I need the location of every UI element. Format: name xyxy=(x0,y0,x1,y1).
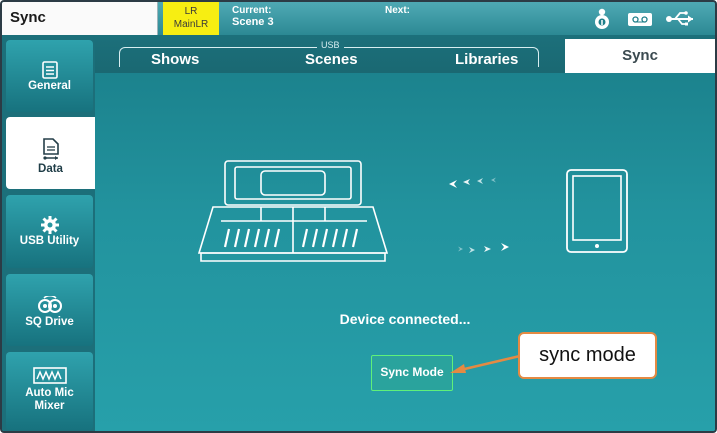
sync-arrows-left-icon xyxy=(449,177,496,188)
tab-scenes[interactable]: Scenes xyxy=(305,51,358,68)
mixer-console-illustration xyxy=(197,160,389,262)
sidebar-item-label: Data xyxy=(38,163,63,175)
usb-group-label: USB xyxy=(317,40,344,50)
current-scene: Scene 3 xyxy=(232,16,274,28)
tab-sync[interactable]: Sync xyxy=(565,39,715,73)
screen-title: Sync xyxy=(10,9,46,26)
tab-libraries[interactable]: Libraries xyxy=(455,51,518,68)
sidebar-item-usb-utility[interactable]: USB Utility xyxy=(6,195,93,268)
callout-arrow xyxy=(450,354,521,373)
lr-mix-indicator[interactable]: LR MainLR xyxy=(163,2,219,35)
top-bar: Sync LR MainLR Current: Scene 3 Next: xyxy=(2,2,715,35)
status-icons xyxy=(589,7,697,31)
sidebar-item-sq-drive[interactable]: SQ Drive xyxy=(6,274,93,346)
tab-bar: USB Shows Scenes Libraries Sync xyxy=(95,35,715,73)
menu-list-icon xyxy=(41,61,58,79)
gear-icon xyxy=(40,216,59,234)
sidebar-item-label: Auto Mic xyxy=(25,387,74,399)
sidebar-item-label: USB Utility xyxy=(19,235,80,247)
usb-icon xyxy=(666,11,693,26)
sync-mode-callout: sync mode xyxy=(518,332,657,379)
file-usb-icon xyxy=(42,138,59,160)
app-frame: Sync LR MainLR Current: Scene 3 Next: Ge… xyxy=(0,0,717,433)
sidebar-item-data[interactable]: Data xyxy=(6,117,95,189)
sync-mode-button[interactable]: Sync Mode xyxy=(371,355,453,391)
lr-label: LR xyxy=(184,6,198,17)
sidebar: General Data USB Utility SQ Drive Auto M… xyxy=(2,35,95,431)
sync-arrows-right-icon xyxy=(458,243,509,253)
sidebar-item-general[interactable]: General xyxy=(6,40,93,112)
tablet-illustration xyxy=(566,169,628,253)
screen-title-box: Sync xyxy=(2,2,158,35)
sidebar-item-label: SQ Drive xyxy=(25,316,74,328)
drive-icon xyxy=(37,296,62,313)
user-key-icon[interactable] xyxy=(589,7,615,31)
next-label: Next: xyxy=(385,5,411,16)
mainlr-label: MainLR xyxy=(173,19,209,30)
sidebar-item-label: General xyxy=(28,80,71,92)
device-status-text: Device connected... xyxy=(339,311,471,327)
sidebar-item-auto-mic-mixer[interactable]: Auto Mic Mixer xyxy=(6,352,93,430)
tape-icon[interactable] xyxy=(627,7,653,31)
sidebar-item-label: Mixer xyxy=(34,400,65,412)
mixer-wave-icon xyxy=(32,367,67,384)
tab-shows[interactable]: Shows xyxy=(151,51,199,68)
